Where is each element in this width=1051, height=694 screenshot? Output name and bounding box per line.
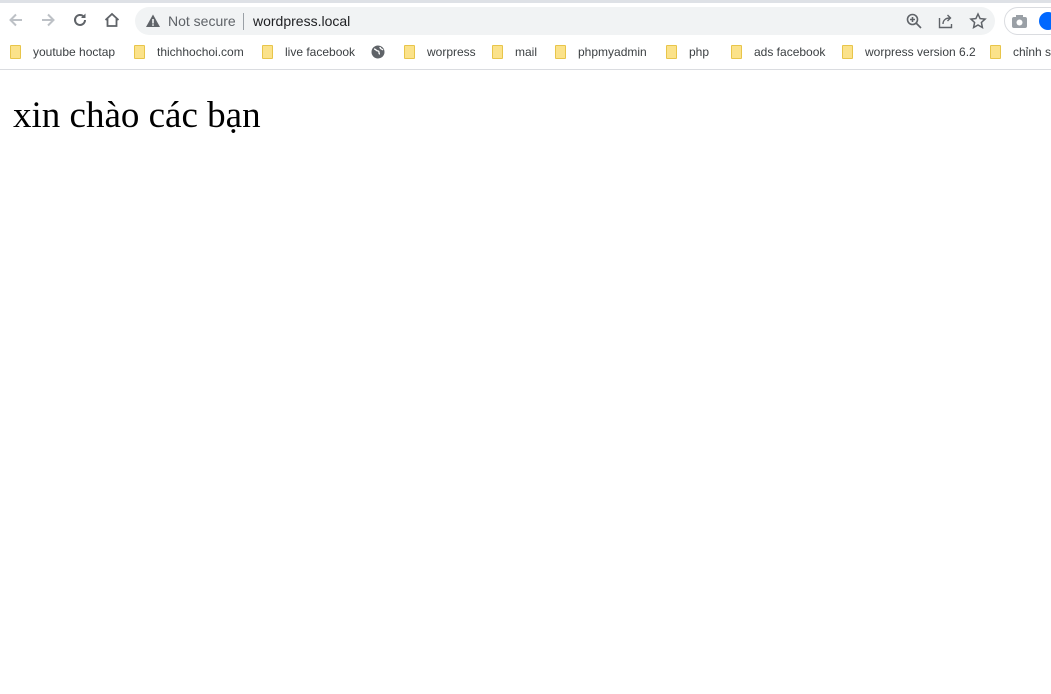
bookmark-item[interactable]: thichhochoi.com xyxy=(134,45,244,59)
page-heading: xin chào các bạn xyxy=(13,95,261,136)
address-bar[interactable]: Not secure wordpress.local xyxy=(135,7,995,35)
folder-icon xyxy=(842,45,853,59)
bookmark-item[interactable]: worpress xyxy=(404,45,476,59)
bookmark-item[interactable]: mail xyxy=(492,45,537,59)
folder-icon xyxy=(990,45,1001,59)
zoom-in-icon[interactable] xyxy=(905,12,923,30)
folder-icon xyxy=(555,45,566,59)
extensions-area xyxy=(1004,7,1051,35)
bookmarks-bar: youtube hoctap thichhochoi.com live face… xyxy=(0,37,1051,70)
bookmark-item[interactable]: chỉnh sử xyxy=(990,45,1051,59)
home-button[interactable] xyxy=(100,8,124,32)
reload-icon xyxy=(74,13,86,26)
bookmark-item[interactable]: phpmyadmin xyxy=(555,45,647,59)
bookmark-label: chỉnh sử xyxy=(1013,45,1051,59)
url-text[interactable]: wordpress.local xyxy=(253,13,350,29)
security-label[interactable]: Not secure xyxy=(168,13,236,29)
bookmark-label: mail xyxy=(515,45,538,59)
camera-icon[interactable] xyxy=(1011,13,1028,29)
reload-button[interactable] xyxy=(68,8,92,32)
star-icon[interactable] xyxy=(969,12,987,30)
bookmark-item[interactable]: ads facebook xyxy=(731,45,825,59)
back-button[interactable] xyxy=(4,8,28,32)
globe-icon xyxy=(371,45,385,59)
folder-icon xyxy=(10,45,21,59)
bookmark-label: live facebook xyxy=(285,45,356,59)
bookmark-label: thichhochoi.com xyxy=(157,45,244,59)
bookmark-item[interactable]: worpress version 6.2 xyxy=(842,45,976,59)
bookmark-label: youtube hoctap xyxy=(33,45,116,59)
zalo-extension-icon[interactable] xyxy=(1039,12,1051,30)
bookmark-item[interactable]: youtube hoctap xyxy=(10,45,115,59)
arrow-left-icon xyxy=(9,13,22,27)
warning-icon[interactable] xyxy=(145,13,161,29)
folder-icon xyxy=(262,45,273,59)
bookmark-item[interactable]: php xyxy=(666,45,709,59)
forward-button[interactable] xyxy=(36,8,60,32)
folder-icon xyxy=(492,45,503,59)
browser-toolbar: Not secure wordpress.local xyxy=(0,3,1051,37)
bookmark-label: ads facebook xyxy=(754,45,826,59)
arrow-right-icon xyxy=(42,13,55,27)
bookmark-label: worpress xyxy=(427,45,476,59)
share-icon[interactable] xyxy=(937,12,955,30)
bookmark-item[interactable] xyxy=(371,45,385,59)
home-icon xyxy=(104,12,120,27)
folder-icon xyxy=(666,45,677,59)
divider xyxy=(243,13,244,30)
bookmark-label: php xyxy=(689,45,710,59)
folder-icon xyxy=(134,45,145,59)
folder-icon xyxy=(731,45,742,59)
folder-icon xyxy=(404,45,415,59)
bookmark-label: phpmyadmin xyxy=(578,45,647,59)
bookmark-label: worpress version 6.2 xyxy=(865,45,976,59)
bookmark-item[interactable]: live facebook xyxy=(262,45,355,59)
